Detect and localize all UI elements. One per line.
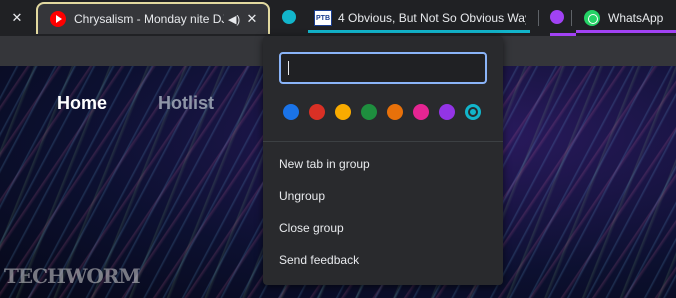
tab-close-icon[interactable]: ✕ <box>244 11 260 27</box>
tab-chrysalism[interactable]: Chrysalism - Monday nite DJ ◀) ✕ <box>36 2 270 34</box>
tab-title: WhatsApp <box>608 11 664 25</box>
color-swatch-yellow[interactable] <box>335 104 351 120</box>
tab-group-chip-purple[interactable] <box>550 10 564 24</box>
color-swatch-cyan[interactable] <box>465 104 481 120</box>
tab-title: 4 Obvious, But Not So Obvious Ways <box>338 11 526 25</box>
audio-playing-icon[interactable]: ◀) <box>228 13 240 26</box>
menu-item-send-feedback[interactable]: Send feedback <box>263 244 503 276</box>
youtube-favicon-icon <box>50 11 66 27</box>
text-cursor <box>288 61 289 75</box>
menu-item-close-group[interactable]: Close group <box>263 212 503 244</box>
color-picker <box>283 104 481 120</box>
ptb-favicon-icon: PTB <box>314 10 332 26</box>
menu-item-new-tab-in-group[interactable]: New tab in group <box>263 148 503 180</box>
tab-group-underline <box>308 30 530 33</box>
techworm-watermark: TECHWORM <box>4 264 141 288</box>
nav-hotlist-link[interactable]: Hotlist <box>158 93 214 114</box>
nav-home-link[interactable]: Home <box>57 93 107 114</box>
color-swatch-red[interactable] <box>309 104 325 120</box>
tab-group-chip-teal[interactable] <box>282 10 296 24</box>
tab-close-icon[interactable]: ✕ <box>9 10 25 26</box>
tab-whatsapp[interactable]: WhatsApp <box>576 3 676 33</box>
color-swatch-blue[interactable] <box>283 104 299 120</box>
tab-group-editor-bubble: New tab in group Ungroup Close group Sen… <box>263 36 503 285</box>
tab-title: Chrysalism - Monday nite DJ <box>74 12 224 26</box>
color-swatch-pink[interactable] <box>413 104 429 120</box>
tab-strip: ✕ Chrysalism - Monday nite DJ ◀) ✕ PTB 4… <box>0 0 676 36</box>
tab-4-obvious[interactable]: PTB 4 Obvious, But Not So Obvious Ways <box>308 3 530 33</box>
tab-previous[interactable]: ✕ <box>0 3 33 33</box>
tab-separator <box>571 10 572 26</box>
group-name-input[interactable] <box>279 52 487 84</box>
menu-item-ungroup[interactable]: Ungroup <box>263 180 503 212</box>
group-menu: New tab in group Ungroup Close group Sen… <box>263 148 503 276</box>
tab-separator <box>538 10 539 26</box>
color-swatch-purple[interactable] <box>439 104 455 120</box>
tab-group-underline <box>576 30 676 33</box>
whatsapp-favicon-icon <box>584 10 600 26</box>
menu-divider <box>263 141 503 142</box>
color-swatch-orange[interactable] <box>387 104 403 120</box>
color-swatch-green[interactable] <box>361 104 377 120</box>
